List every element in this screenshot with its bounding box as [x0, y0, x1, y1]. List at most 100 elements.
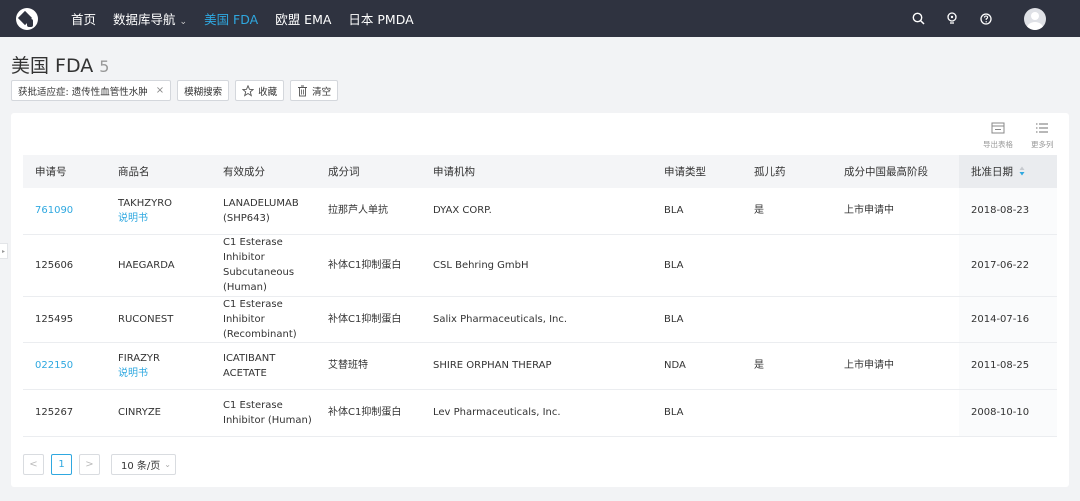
column-header-trade-name[interactable]: 商品名	[106, 155, 211, 188]
table-row[interactable]: 125267 CINRYZE C1 Esterase Inhibitor (Hu…	[23, 389, 1057, 437]
more-columns-button[interactable]: 更多列	[1031, 122, 1054, 150]
column-header-applicant[interactable]: 申请机构	[421, 155, 652, 188]
applicant-cell: DYAX CORP.	[421, 188, 652, 235]
applicant-cell: Lev Pharmaceuticals, Inc.	[421, 389, 652, 437]
table-row[interactable]: 125495 RUCONEST C1 Esterase Inhibitor (R…	[23, 296, 1057, 343]
page-title: 美国 FDA 5	[11, 51, 109, 78]
app-type-cell: BLA	[652, 188, 742, 235]
app-type-cell: BLA	[652, 234, 742, 297]
bulb-icon[interactable]	[944, 11, 960, 27]
orphan-cell	[742, 389, 832, 437]
sidebar-expand-handle[interactable]: ▸	[0, 243, 8, 259]
filter-bar: 获批适应症: 遗传性血管性水肿 × 模糊搜索 收藏 清空	[11, 80, 344, 101]
page-size-label: 10 条/页	[121, 461, 161, 472]
trash-icon	[297, 85, 308, 97]
trade-name: TAKHZYRO	[118, 197, 173, 209]
column-header-china-stage[interactable]: 成分中国最高阶段	[832, 155, 959, 188]
trade-name-cell: HAEGARDA	[106, 234, 211, 297]
trade-name-cell: TAKHZYRO 说明书	[106, 188, 211, 235]
app-no-cell[interactable]: 022150	[23, 342, 106, 390]
approval-date-cell: 2018-08-23	[959, 188, 1057, 235]
column-header-orphan[interactable]: 孤儿药	[742, 155, 832, 188]
app-no-cell: 125606	[23, 234, 106, 297]
app-no-cell[interactable]: 761090	[23, 188, 106, 235]
table-row[interactable]: 761090 TAKHZYRO 说明书 LANADELUMAB (SHP643) …	[23, 188, 1057, 235]
approval-date-header-label: 批准日期	[971, 166, 1013, 178]
export-table-button[interactable]: 导出表格	[983, 122, 1013, 150]
fuzzy-search-button[interactable]: 模糊搜索	[177, 80, 230, 101]
column-header-app-type[interactable]: 申请类型	[652, 155, 742, 188]
column-header-ingredient-word[interactable]: 成分词	[316, 155, 421, 188]
ingredient-word-cell: 补体C1抑制蛋白	[316, 389, 421, 437]
result-count: 5	[99, 57, 110, 76]
pagination: < 1 > 10 条/页 ⌄	[23, 454, 176, 475]
approval-date-cell: 2014-07-16	[959, 296, 1057, 343]
nav-pmda[interactable]: 日本 PMDA	[348, 9, 413, 28]
trade-name-cell: CINRYZE	[106, 389, 211, 437]
search-icon[interactable]	[910, 11, 926, 27]
list-icon	[1035, 122, 1049, 137]
china-stage-cell: 上市申请中	[832, 188, 959, 235]
ingredient-word-cell: 补体C1抑制蛋白	[316, 234, 421, 297]
nav-ema[interactable]: 欧盟 EMA	[275, 9, 331, 28]
china-stage-cell	[832, 234, 959, 297]
nav-ema-label: 欧盟 EMA	[275, 12, 332, 27]
applicant-cell: SHIRE ORPHAN THERAP	[421, 342, 652, 390]
more-columns-label: 更多列	[1031, 140, 1054, 149]
prev-page-button[interactable]: <	[23, 454, 44, 475]
nav-fda[interactable]: 美国 FDA	[204, 9, 258, 28]
chevron-down-icon: ⌄	[179, 17, 188, 27]
nav-database-menu[interactable]: 数据库导航 ⌄	[113, 9, 187, 28]
close-icon[interactable]: ×	[156, 85, 164, 96]
star-icon	[242, 84, 255, 97]
label-link[interactable]: 说明书	[118, 366, 211, 381]
clear-button[interactable]: 清空	[290, 80, 339, 101]
table-export-icon	[991, 122, 1005, 137]
ingredient-cell: C1 Esterase Inhibitor Subcutaneous (Huma…	[211, 234, 316, 297]
column-header-approval-date[interactable]: 批准日期	[959, 155, 1057, 188]
table-row[interactable]: 125606 HAEGARDA C1 Esterase Inhibitor Su…	[23, 234, 1057, 297]
top-nav-bar: 首页 数据库导航 ⌄ 美国 FDA 欧盟 EMA 日本 PMDA	[0, 0, 1080, 37]
indication-filter-chip[interactable]: 获批适应症: 遗传性血管性水肿 ×	[11, 80, 172, 101]
top-icons	[910, 0, 1080, 37]
ingredient-word-cell: 补体C1抑制蛋白	[316, 296, 421, 343]
logo[interactable]	[16, 7, 38, 30]
next-page-button[interactable]: >	[79, 454, 100, 475]
nav-fda-label: 美国 FDA	[204, 12, 259, 27]
page-number-button[interactable]: 1	[51, 454, 72, 475]
approval-date-cell: 2011-08-25	[959, 342, 1057, 390]
page-title-text: 美国 FDA	[11, 55, 94, 77]
fuzzy-search-label: 模糊搜索	[184, 86, 223, 98]
ingredient-word-cell: 艾替班特	[316, 342, 421, 390]
column-header-app-no[interactable]: 申请号	[23, 155, 106, 188]
orphan-cell	[742, 234, 832, 297]
nav-pmda-label: 日本 PMDA	[348, 12, 414, 27]
app-no-link[interactable]: 022150	[35, 360, 73, 371]
label-link[interactable]: 说明书	[118, 211, 211, 226]
ingredient-cell: C1 Esterase Inhibitor (Human)	[211, 389, 316, 437]
clear-label: 清空	[312, 86, 332, 98]
trade-name-cell: FIRAZYR 说明书	[106, 342, 211, 390]
orphan-cell	[742, 296, 832, 343]
orphan-cell: 是	[742, 188, 832, 235]
ingredient-word-cell: 拉那芦人单抗	[316, 188, 421, 235]
china-stage-cell	[832, 389, 959, 437]
results-table: 申请号 商品名 有效成分 成分词 申请机构 申请类型 孤儿药 成分中国最高阶段 …	[23, 155, 1057, 437]
avatar[interactable]	[1024, 7, 1046, 30]
column-header-ingredient[interactable]: 有效成分	[211, 155, 316, 188]
app-type-cell: NDA	[652, 342, 742, 390]
nav-home-label: 首页	[71, 12, 97, 27]
trade-name: FIRAZYR	[118, 352, 160, 364]
page-size-select[interactable]: 10 条/页 ⌄	[111, 454, 176, 475]
orphan-cell: 是	[742, 342, 832, 390]
indication-filter-label: 获批适应症: 遗传性血管性水肿	[18, 86, 148, 98]
favorite-button[interactable]: 收藏	[235, 80, 285, 101]
export-table-label: 导出表格	[983, 140, 1013, 149]
nav-home[interactable]: 首页	[71, 9, 96, 28]
sort-icon[interactable]	[1019, 166, 1025, 179]
ingredient-cell: ICATIBANT ACETATE	[211, 342, 316, 390]
results-card: 导出表格 更多列 申请号 商品名 有效成分 成分词 申请机构 申请类型 孤儿药 …	[11, 113, 1069, 487]
help-icon[interactable]	[978, 11, 994, 27]
table-row[interactable]: 022150 FIRAZYR 说明书 ICATIBANT ACETATE 艾替班特…	[23, 342, 1057, 390]
app-no-link[interactable]: 761090	[35, 205, 73, 216]
